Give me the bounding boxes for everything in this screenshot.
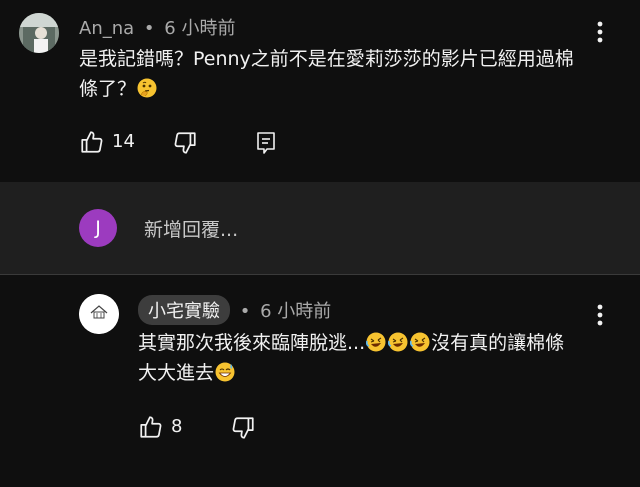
add-reply-input[interactable]: 新增回覆...: [144, 215, 238, 242]
rolling-laughing-emoji-icon: [410, 332, 430, 352]
meta-separator: •: [143, 18, 155, 39]
channel-logo-avatar-icon: [79, 294, 119, 334]
thumbs-down-icon: [232, 417, 254, 439]
comment-author[interactable]: An_na: [79, 18, 134, 39]
like-count: 8: [171, 416, 183, 437]
comment-text: 其實那次我後來臨陣脫逃... 沒有真的讓棉條 大大進去: [138, 328, 608, 388]
comment-thread-1: An_na • 6 小時前 是我記錯嗎？Penny之前不是在愛莉莎莎的影片已經用…: [0, 0, 640, 182]
thumbs-up-icon: [140, 416, 162, 438]
reply-button[interactable]: [254, 130, 278, 156]
comment-text-fragment: 大大進去: [138, 362, 215, 384]
creator-author-chip[interactable]: 小宅實驗: [138, 295, 230, 325]
dislike-button[interactable]: [172, 130, 198, 156]
more-vertical-icon: [597, 304, 603, 326]
channel-avatar[interactable]: [79, 294, 119, 334]
like-button[interactable]: 14: [79, 129, 139, 155]
comment-meta: 小宅實驗 • 6 小時前: [138, 295, 331, 325]
meta-separator: •: [239, 301, 251, 322]
comment-text-line: 是我記錯嗎？Penny之前不是在愛莉莎莎的影片已經用過棉: [79, 48, 574, 70]
grinning-sweat-emoji-icon: [215, 362, 235, 382]
comment-text-fragment: 條了？: [79, 78, 137, 100]
avatar-letter: J: [95, 217, 101, 239]
dislike-button[interactable]: [230, 415, 256, 441]
comment-text-line: 條了？: [79, 74, 599, 104]
comment-thread-2: 小宅實驗 • 6 小時前 其實那次我後來臨陣脫逃... 沒有真的讓棉條 大大進去…: [0, 275, 640, 487]
reply-comment-icon: [257, 132, 275, 154]
rolling-laughing-emoji-icon: [388, 332, 408, 352]
thinking-face-emoji-icon: [137, 78, 157, 98]
like-button[interactable]: 8: [138, 414, 188, 440]
comment-text-fragment: 其實那次我後來臨陣脫逃...: [138, 332, 366, 354]
like-count: 14: [112, 131, 135, 152]
comment-time[interactable]: 6 小時前: [164, 18, 235, 39]
current-user-avatar: J: [79, 209, 117, 247]
comment-meta: An_na • 6 小時前: [79, 14, 235, 40]
user-avatar[interactable]: [19, 13, 59, 53]
more-vertical-icon: [597, 21, 603, 43]
thumbs-up-icon: [81, 131, 103, 153]
comment-text-line: 大大進去: [138, 358, 608, 388]
more-options-button[interactable]: [592, 303, 608, 327]
thumbs-down-icon: [174, 132, 196, 154]
user-photo-avatar-icon: [19, 13, 59, 53]
comment-time[interactable]: 6 小時前: [260, 301, 331, 322]
comment-text-fragment: 沒有真的讓棉條: [431, 332, 565, 354]
more-options-button[interactable]: [592, 20, 608, 44]
rolling-laughing-emoji-icon: [366, 332, 386, 352]
add-reply-bar[interactable]: J 新增回覆...: [0, 182, 640, 274]
comment-text: 是我記錯嗎？Penny之前不是在愛莉莎莎的影片已經用過棉 條了？: [79, 44, 599, 104]
comment-text-line: 其實那次我後來臨陣脫逃... 沒有真的讓棉條: [138, 328, 608, 358]
